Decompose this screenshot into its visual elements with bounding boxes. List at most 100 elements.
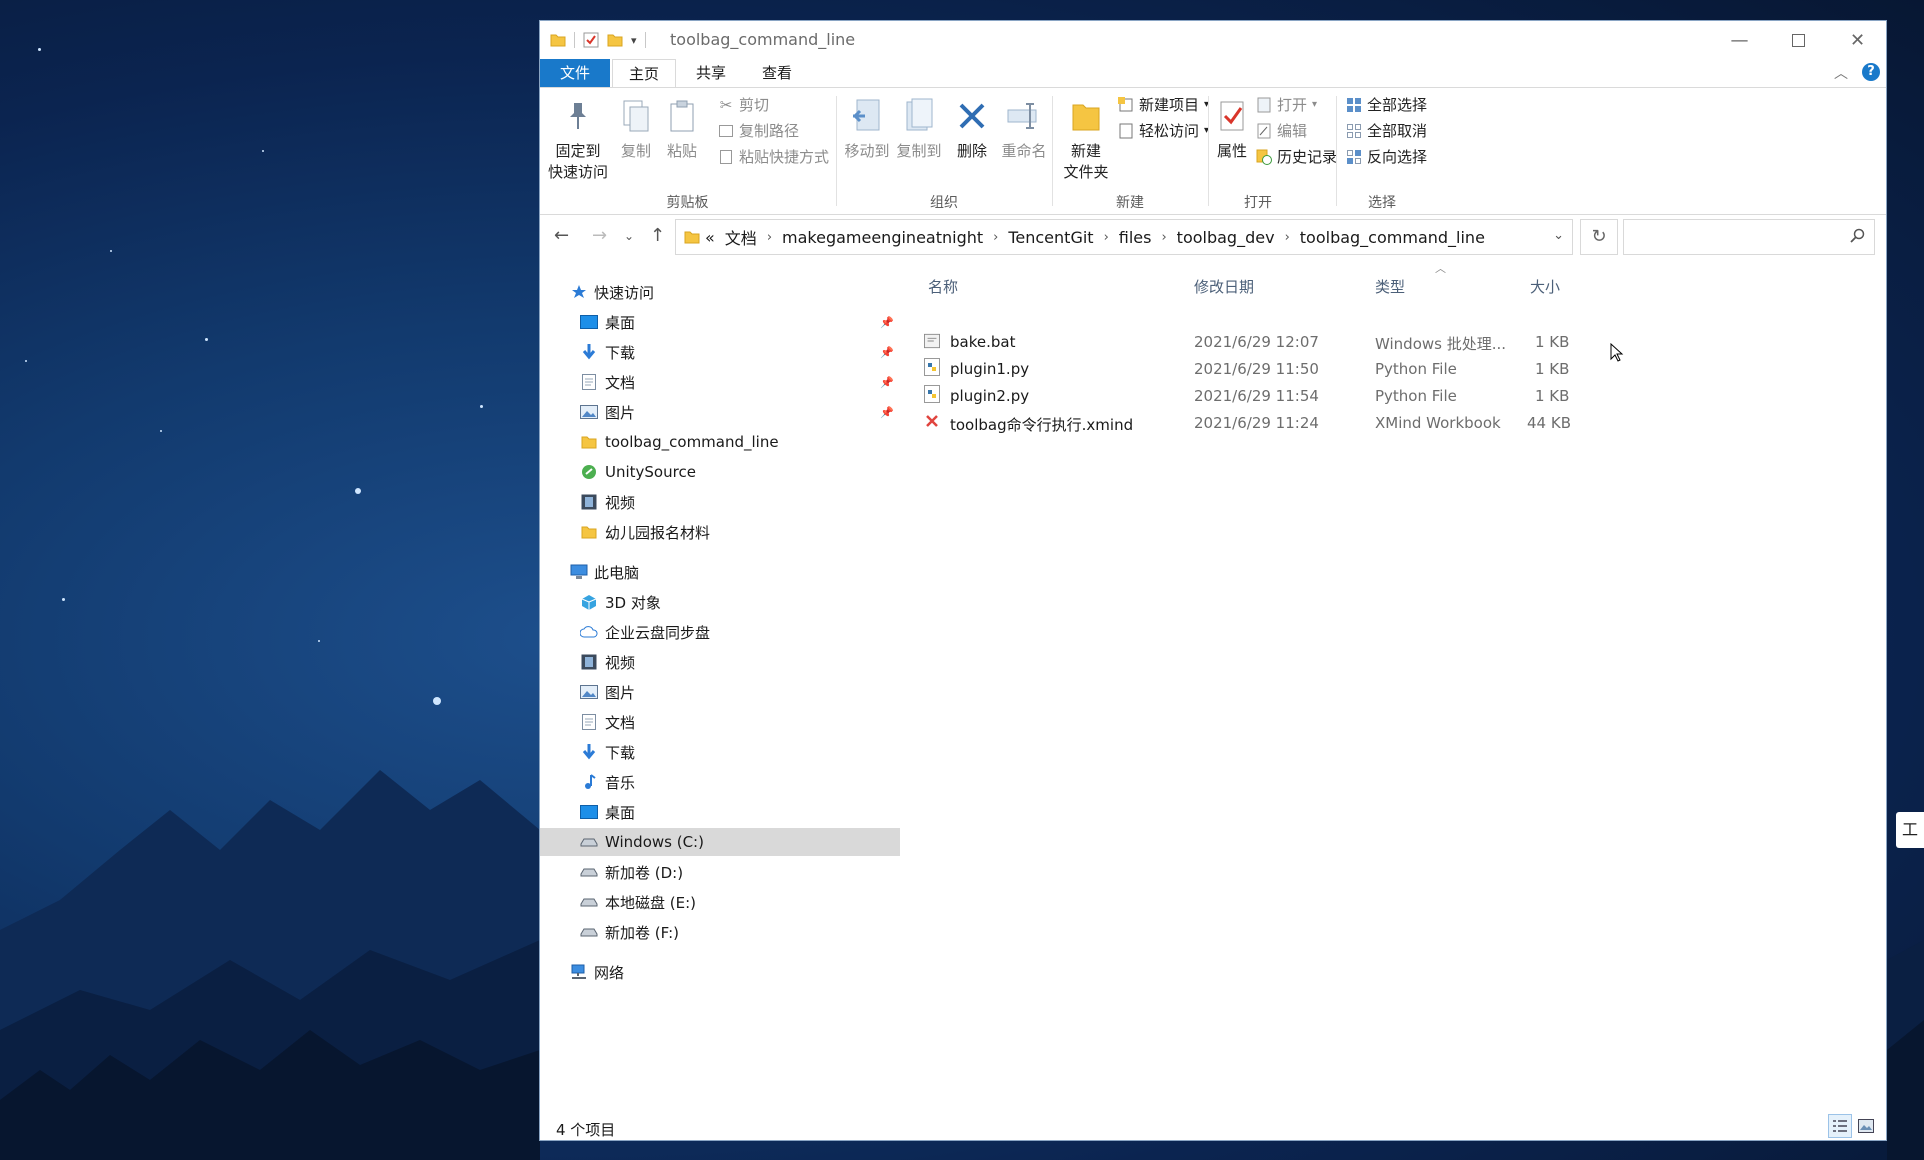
column-header-date[interactable]: 修改日期 [1194, 276, 1254, 297]
nav-item-cloud-sync[interactable]: 企业云盘同步盘 [540, 618, 900, 646]
nav-item-downloads[interactable]: 下载 📌 [540, 338, 900, 366]
file-row[interactable]: plugin1.py 2021/6/29 11:50 Python File 1… [910, 356, 1670, 382]
edit-button[interactable]: 编辑 [1256, 120, 1307, 141]
tab-view[interactable]: 查看 [746, 59, 808, 87]
nav-item-kindergarten[interactable]: 幼儿园报名材料 [540, 518, 900, 546]
collapse-ribbon-icon[interactable]: ︿ [1834, 63, 1848, 83]
select-all-button[interactable]: 全部选择 [1346, 94, 1427, 115]
nav-item-pc-documents[interactable]: 文档 [540, 708, 900, 736]
new-folder-button[interactable]: 新建 文件夹 [1058, 96, 1114, 182]
maximize-button[interactable] [1769, 21, 1828, 59]
nav-item-drive-f[interactable]: 新加卷 (F:) [540, 918, 900, 946]
easy-access-button[interactable]: 轻松访问 ▾ [1118, 120, 1209, 141]
scissors-icon: ✂ [719, 95, 733, 114]
nav-item-drive-d[interactable]: 新加卷 (D:) [540, 858, 900, 886]
pin-icon[interactable]: 📌 [880, 316, 894, 329]
breadcrumb-separator-icon[interactable]: › [762, 230, 777, 245]
nav-item-pictures[interactable]: 图片 📌 [540, 398, 900, 426]
breadcrumb-item[interactable]: toolbag_command_line [1295, 228, 1490, 247]
nav-label: 3D 对象 [605, 593, 661, 612]
delete-button[interactable]: 删除 [950, 96, 994, 161]
file-type: XMind Workbook [1375, 414, 1501, 432]
nav-network[interactable]: 网络 [540, 958, 900, 986]
paste-shortcut-button[interactable]: 粘贴快捷方式 [718, 146, 829, 167]
column-header-size[interactable]: 大小 [1530, 276, 1560, 297]
pin-icon[interactable]: 📌 [880, 346, 894, 359]
nav-item-drive-c[interactable]: Windows (C:) [540, 828, 900, 856]
properties-check-icon[interactable] [583, 32, 599, 48]
address-bar[interactable]: « 文档 › makegameengineatnight › TencentGi… [675, 219, 1573, 255]
breadcrumb-item[interactable]: 文档 [720, 225, 762, 249]
new-item-button[interactable]: 新建项目 ▾ [1118, 94, 1209, 115]
recent-locations-icon[interactable]: ⌄ [624, 229, 634, 243]
new-folder-icon[interactable] [607, 33, 623, 47]
forward-arrow-icon[interactable]: → [592, 225, 607, 246]
nav-item-drive-e[interactable]: 本地磁盘 (E:) [540, 888, 900, 916]
minimize-button[interactable]: — [1710, 21, 1769, 59]
select-none-button[interactable]: 全部取消 [1346, 120, 1427, 141]
tab-home[interactable]: 主页 [612, 59, 676, 87]
pin-icon[interactable]: 📌 [880, 406, 894, 419]
nav-item-desktop[interactable]: 桌面 📌 [540, 308, 900, 336]
column-header-type[interactable]: 类型 [1375, 276, 1405, 297]
nav-item-pc-desktop[interactable]: 桌面 [540, 798, 900, 826]
close-button[interactable]: ✕ [1828, 21, 1887, 59]
breadcrumb-separator-icon[interactable]: › [1099, 230, 1114, 245]
nav-item-toolbag-command-line[interactable]: toolbag_command_line [540, 428, 900, 456]
breadcrumb-item[interactable]: TencentGit [1003, 228, 1098, 247]
open-button[interactable]: 打开 ▾ [1256, 94, 1317, 115]
customize-toolbar-icon[interactable]: ▾ [631, 34, 637, 47]
easy-access-icon [1118, 123, 1134, 139]
file-row[interactable]: bake.bat 2021/6/29 12:07 Windows 批处理... … [910, 329, 1670, 355]
nav-item-documents[interactable]: 文档 📌 [540, 368, 900, 396]
paste-button[interactable]: 粘贴 [662, 96, 702, 161]
file-date: 2021/6/29 12:07 [1194, 333, 1319, 351]
file-row[interactable]: plugin2.py 2021/6/29 11:54 Python File 1… [910, 383, 1670, 409]
search-input[interactable] [1623, 219, 1875, 255]
nav-item-pc-videos[interactable]: 视频 [540, 648, 900, 676]
tab-file[interactable]: 文件 [540, 59, 610, 87]
tab-share[interactable]: 共享 [680, 59, 742, 87]
nav-label: 此电脑 [594, 563, 640, 582]
copy-path-button[interactable]: 复制路径 [718, 120, 799, 141]
nav-item-pc-pictures[interactable]: 图片 [540, 678, 900, 706]
breadcrumb-overflow[interactable]: « [700, 228, 720, 247]
refresh-button[interactable]: ↻ [1580, 219, 1618, 255]
nav-item-videos[interactable]: 视频 [540, 488, 900, 516]
pin-to-quick-access-button[interactable]: 固定到 快速访问 [546, 96, 610, 182]
breadcrumb-item[interactable]: files [1114, 228, 1157, 247]
file-size: 1 KB [1535, 387, 1570, 405]
invert-selection-button[interactable]: 反向选择 [1346, 146, 1427, 167]
breadcrumb-item[interactable]: toolbag_dev [1172, 228, 1280, 247]
breadcrumb-separator-icon[interactable]: › [1156, 230, 1171, 245]
help-icon[interactable]: ? [1862, 63, 1880, 81]
nav-item-music[interactable]: 音乐 [540, 768, 900, 796]
nav-item-unitysource[interactable]: UnitySource [540, 458, 900, 486]
back-arrow-icon[interactable]: ← [554, 225, 569, 246]
copy-to-button[interactable]: 复制到 [894, 96, 944, 161]
rename-button[interactable]: 重命名 [998, 96, 1050, 161]
column-header-name[interactable]: 名称 [928, 276, 958, 297]
nav-quick-access[interactable]: 快速访问 [540, 278, 900, 306]
delete-x-icon [959, 103, 985, 129]
properties-check-icon [1220, 101, 1244, 131]
pin-icon[interactable]: 📌 [880, 376, 894, 389]
up-arrow-icon[interactable]: ↑ [650, 225, 665, 246]
large-icons-view-button[interactable] [1854, 1114, 1878, 1138]
file-row[interactable]: toolbag命令行执行.xmind 2021/6/29 11:24 XMind… [910, 410, 1670, 436]
breadcrumb-separator-icon[interactable]: › [1280, 230, 1295, 245]
details-view-button[interactable] [1828, 1114, 1852, 1138]
file-date: 2021/6/29 11:50 [1194, 360, 1319, 378]
copy-button[interactable]: 复制 [616, 96, 656, 161]
properties-button[interactable]: 属性 [1212, 96, 1252, 161]
nav-item-pc-downloads[interactable]: 下载 [540, 738, 900, 766]
history-button[interactable]: 历史记录 [1256, 146, 1337, 167]
address-history-dropdown-icon[interactable]: ⌄ [1553, 228, 1564, 243]
nav-item-3d-objects[interactable]: 3D 对象 [540, 588, 900, 616]
nav-this-pc[interactable]: 此电脑 [540, 558, 900, 586]
breadcrumb-separator-icon[interactable]: › [988, 230, 1003, 245]
edge-side-tab[interactable]: 工 [1896, 812, 1924, 848]
cut-button[interactable]: ✂ 剪切 [718, 94, 769, 115]
move-to-button[interactable]: 移动到 [842, 96, 892, 161]
breadcrumb-item[interactable]: makegameengineatnight [777, 228, 988, 247]
